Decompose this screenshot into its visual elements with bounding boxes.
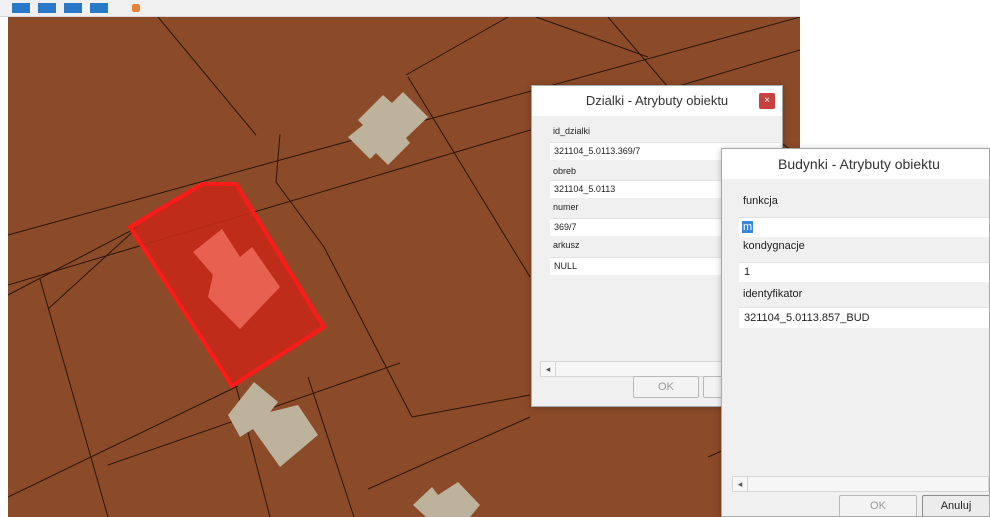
scroll-left-arrow-icon[interactable]: ◂ (541, 362, 556, 376)
close-button[interactable]: × (759, 93, 775, 109)
toolbar-icon-5[interactable] (132, 4, 140, 12)
ok-button[interactable]: OK (839, 495, 917, 516)
scroll-left-arrow-icon[interactable]: ◂ (733, 477, 748, 491)
horizontal-scrollbar[interactable]: ◂ (732, 476, 989, 492)
toolbar (0, 0, 800, 17)
toolbar-icon-2[interactable] (38, 3, 56, 13)
toolbar-icon-1[interactable] (12, 3, 30, 13)
field-value-identyfikator[interactable]: 321104_5.0113.857_BUD (739, 307, 989, 328)
field-label-numer: numer (553, 202, 579, 212)
toolbar-icon-4[interactable] (90, 3, 108, 13)
field-label-obreb: obreb (553, 166, 577, 176)
field-label-identyfikator: identyfikator (743, 288, 803, 300)
field-label-kondygnacje: kondygnacje (743, 240, 805, 252)
dialog-budynki[interactable]: Budynki - Atrybuty obiektu funkcja m kon… (721, 148, 990, 517)
selected-text: m (742, 221, 754, 233)
field-value-funkcja[interactable]: m (739, 217, 989, 237)
field-label-arkusz: arkusz (553, 240, 580, 250)
field-value-kondygnacje[interactable]: 1 (739, 262, 989, 282)
field-label-id-dzialki: id_dzialki (553, 126, 591, 136)
cancel-button[interactable]: Anuluj (922, 495, 989, 516)
dialog-dzialki-title: Dzialki - Atrybuty obiektu (532, 86, 782, 116)
field-label-funkcja: funkcja (743, 195, 778, 207)
toolbar-icon-3[interactable] (64, 3, 82, 13)
dialog-budynki-title: Budynki - Atrybuty obiektu (722, 149, 989, 179)
ok-button[interactable]: OK (633, 376, 699, 398)
